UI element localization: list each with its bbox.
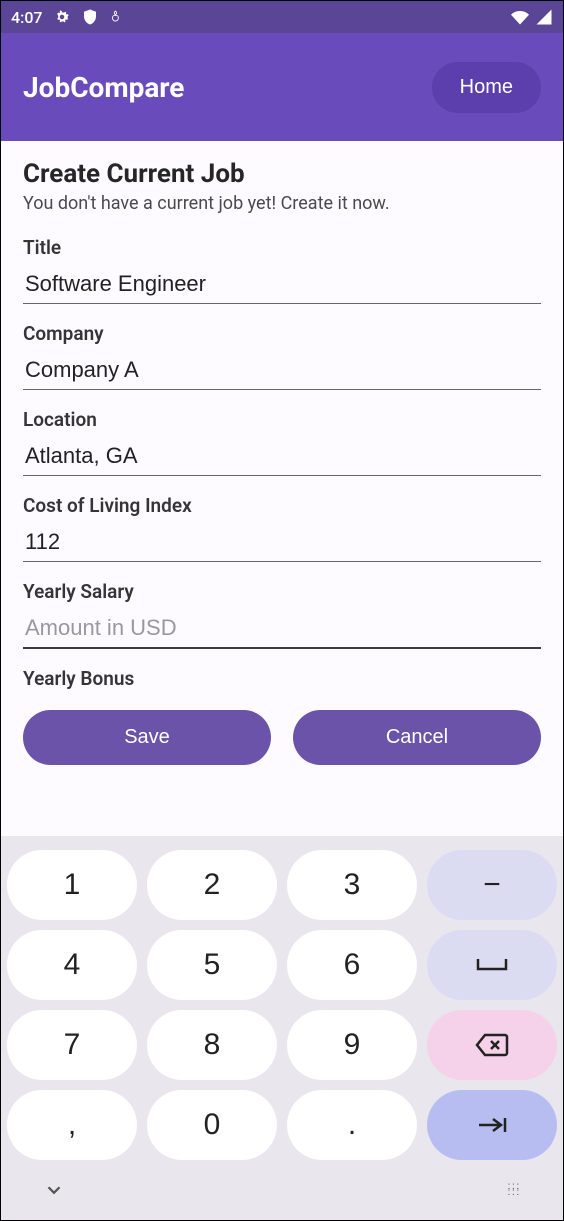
label-col-index: Cost of Living Index xyxy=(23,494,541,517)
key-4[interactable]: 4 xyxy=(7,930,137,1000)
location-field[interactable] xyxy=(23,437,541,476)
app-title: JobCompare xyxy=(23,71,184,104)
title-field[interactable] xyxy=(23,265,541,304)
key-7[interactable]: 7 xyxy=(7,1010,137,1080)
key-1[interactable]: 1 xyxy=(7,850,137,920)
status-bar: 4:07 xyxy=(1,1,563,33)
key-5[interactable]: 5 xyxy=(147,930,277,1000)
chevron-down-icon[interactable] xyxy=(43,1179,65,1201)
label-title: Title xyxy=(23,236,541,259)
status-time: 4:07 xyxy=(11,8,43,27)
key-minus[interactable]: − xyxy=(427,850,557,920)
company-field[interactable] xyxy=(23,351,541,390)
key-space[interactable] xyxy=(427,930,557,1000)
col-index-field[interactable] xyxy=(23,523,541,562)
key-dot[interactable]: . xyxy=(287,1090,417,1160)
salary-field[interactable] xyxy=(23,609,541,649)
label-bonus: Yearly Bonus xyxy=(23,667,541,690)
gear-icon xyxy=(53,8,71,26)
cell-signal-icon xyxy=(535,8,553,26)
key-comma[interactable]: , xyxy=(7,1090,137,1160)
backspace-icon xyxy=(475,1032,509,1058)
key-3[interactable]: 3 xyxy=(287,850,417,920)
key-backspace[interactable] xyxy=(427,1010,557,1080)
keyboard-handle-icon[interactable]: :::::: xyxy=(508,1184,521,1196)
page-subtitle: You don't have a current job yet! Create… xyxy=(23,193,541,214)
wifi-icon xyxy=(511,8,529,26)
label-salary: Yearly Salary xyxy=(23,580,541,603)
key-0[interactable]: 0 xyxy=(147,1090,277,1160)
page-title: Create Current Job xyxy=(23,159,541,189)
key-6[interactable]: 6 xyxy=(287,930,417,1000)
key-9[interactable]: 9 xyxy=(287,1010,417,1080)
space-icon xyxy=(475,956,509,974)
key-next[interactable] xyxy=(427,1090,557,1160)
shield-icon xyxy=(81,8,99,26)
bookmark-icon xyxy=(109,8,123,26)
label-company: Company xyxy=(23,322,541,345)
key-8[interactable]: 8 xyxy=(147,1010,277,1080)
app-bar: JobCompare Home xyxy=(1,33,563,141)
content: Create Current Job You don't have a curr… xyxy=(1,141,563,836)
cancel-button[interactable]: Cancel xyxy=(293,710,541,765)
next-icon xyxy=(475,1115,509,1135)
numeric-keyboard: 1 2 3 − 4 5 6 7 8 9 , 0 xyxy=(1,836,563,1220)
label-location: Location xyxy=(23,408,541,431)
save-button[interactable]: Save xyxy=(23,710,271,765)
key-2[interactable]: 2 xyxy=(147,850,277,920)
home-button[interactable]: Home xyxy=(432,62,541,113)
